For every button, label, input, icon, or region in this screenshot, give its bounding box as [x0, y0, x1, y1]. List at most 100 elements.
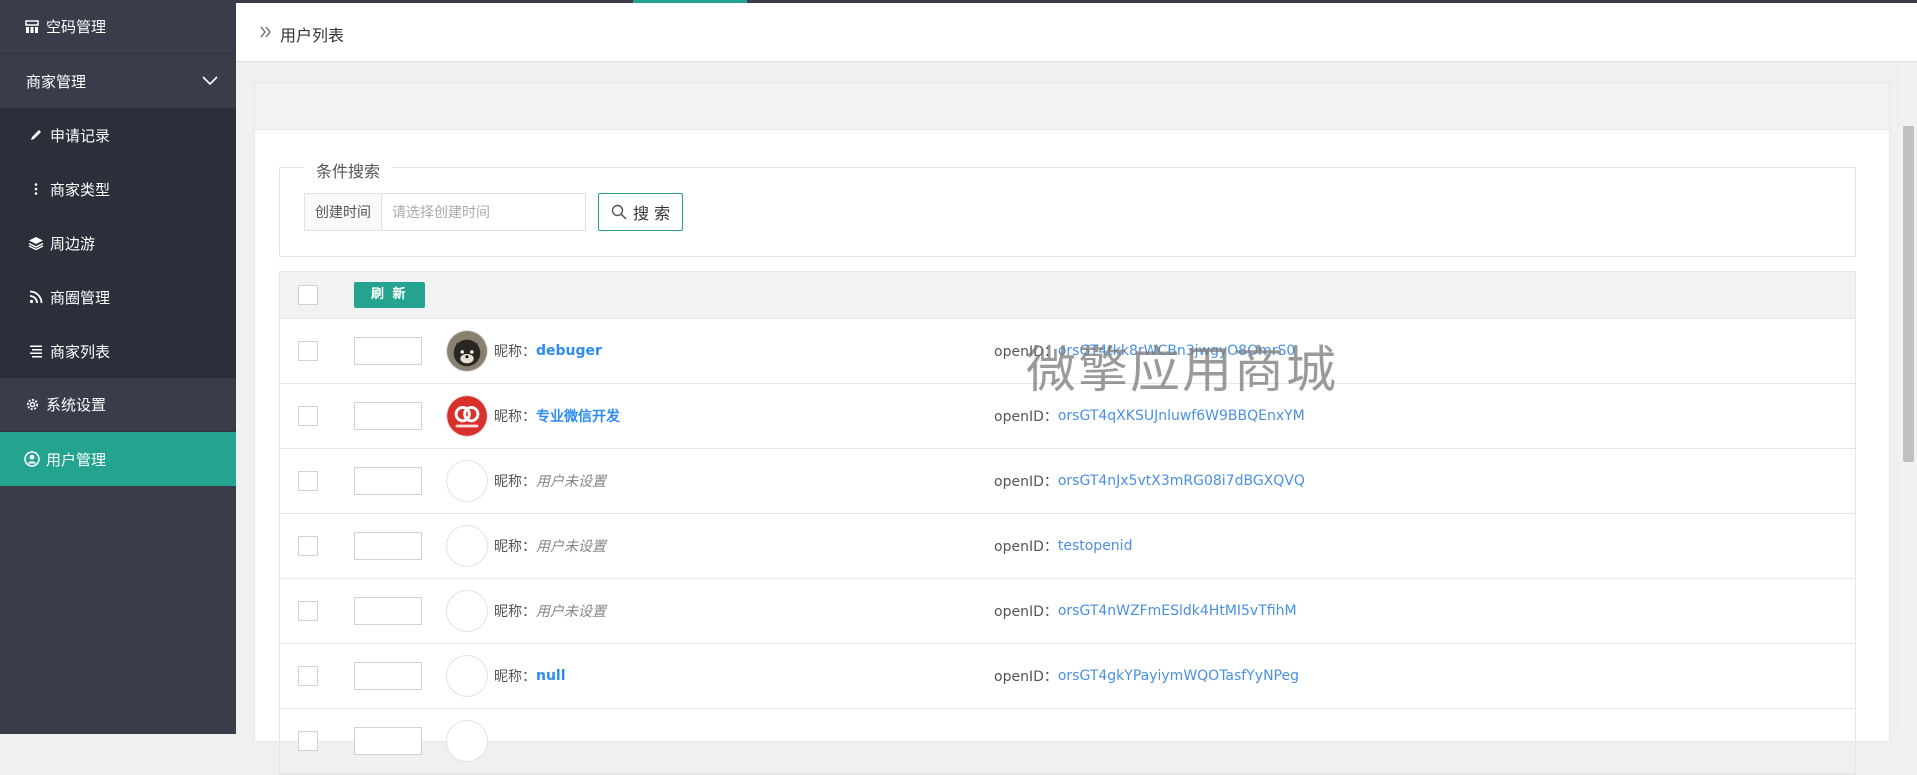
sort-input[interactable] [354, 532, 422, 560]
openid-cell: openID： testopenid [994, 514, 1132, 578]
nickname: debuger [536, 343, 602, 359]
openid-label: openID： [994, 344, 1058, 360]
grid-icon [22, 19, 42, 34]
openid-cell: openID： orsGT4nJx5vtX3mRG08i7dBGXQVQ [994, 449, 1305, 513]
table-row: 昵称： debuger openID： orsGT4tkk8rWCBn3jwgy… [280, 319, 1855, 384]
table-row: 昵称： null openID： orsGT4gkYPayiymWQOTasfY… [280, 644, 1855, 709]
red-logo-avatar-image [447, 396, 487, 436]
sidebar-item-business-district[interactable]: 商圈管理 [0, 270, 236, 324]
sort-input[interactable] [354, 662, 422, 690]
search-legend: 条件搜索 [304, 158, 393, 182]
sidebar-item-label: 商家类型 [50, 180, 111, 199]
sort-input[interactable] [354, 597, 422, 625]
openid-label: openID： [994, 669, 1058, 685]
sidebar-item-label: 申请记录 [50, 126, 111, 145]
row-checkbox[interactable] [298, 536, 318, 556]
pencil-icon [26, 128, 46, 142]
row-checkbox[interactable] [298, 731, 318, 751]
openid-cell: openID： orsGT4nWZFmESldk4HtMI5vTfihM [994, 579, 1297, 643]
nickname: 专业微信开发 [536, 409, 620, 425]
avatar [446, 590, 488, 632]
top-bar: 用户列表 [236, 0, 1917, 62]
row-checkbox[interactable] [298, 666, 318, 686]
nickname-label: 昵称： [494, 474, 536, 490]
created-time-label: 创建时间 [304, 193, 382, 231]
page-title: 用户列表 [280, 26, 345, 45]
row-checkbox[interactable] [298, 471, 318, 491]
search-row: 创建时间 搜 索 [304, 193, 684, 231]
sidebar-item-system-settings[interactable]: 系统设置 [0, 378, 236, 432]
nickname: 用户未设置 [536, 539, 606, 555]
search-button[interactable]: 搜 索 [598, 193, 684, 231]
sidebar-item-label: 商家管理 [26, 72, 87, 91]
openid-cell: openID： orsGT4gkYPayiymWQOTasfYyNPeg [994, 644, 1299, 708]
table-row [280, 709, 1855, 774]
sidebar-item-label: 空码管理 [46, 18, 107, 36]
panel-header [255, 83, 1889, 130]
sidebar-item-label: 商圈管理 [50, 288, 111, 307]
sort-input[interactable] [354, 467, 422, 495]
sidebar-item-label: 商家列表 [50, 342, 111, 361]
table-header: 刷 新 [280, 272, 1855, 319]
openid-value: orsGT4tkk8rWCBn3jwgyO8OmrS0 [1057, 343, 1296, 359]
sidebar-item-code-management[interactable]: 空码管理 [0, 0, 236, 54]
created-time-input[interactable] [382, 193, 586, 231]
sidebar-item-merchant-management[interactable]: 商家管理 [0, 54, 236, 108]
openid-label: openID： [994, 409, 1058, 425]
dog-avatar-image [447, 331, 487, 371]
avatar [446, 720, 488, 762]
chevron-down-icon [202, 72, 218, 90]
nickname: 用户未设置 [536, 604, 606, 620]
openid-cell: openID： orsGT4tkk8rWCBn3jwgyO8OmrS0 [994, 319, 1295, 383]
sort-input[interactable] [354, 727, 422, 755]
nickname-label: 昵称： [494, 604, 536, 620]
top-line [236, 0, 1917, 3]
sidebar-item-nearby-tour[interactable]: 周边游 [0, 216, 236, 270]
row-checkbox[interactable] [298, 341, 318, 361]
table-row: 昵称： 用户未设置 openID： orsGT4nJx5vtX3mRG08i7d… [280, 449, 1855, 514]
user-circle-icon [22, 451, 42, 467]
openid-value: orsGT4nJx5vtX3mRG08i7dBGXQVQ [1057, 473, 1305, 489]
openid-cell: openID： orsGT4qXKSUJnluwf6W9BBQEnxYM [994, 384, 1305, 448]
sidebar-item-merchant-list[interactable]: 商家列表 [0, 324, 236, 378]
avatar [446, 395, 488, 437]
sidebar: 空码管理 商家管理 申请记录 商家类型 周边游 商圈管理 商家列表 系统设置 用… [0, 0, 236, 734]
avatar [446, 525, 488, 567]
row-checkbox[interactable] [298, 601, 318, 621]
sort-input[interactable] [354, 337, 422, 365]
content-panel: 条件搜索 创建时间 搜 索 刷 新 [254, 82, 1890, 775]
select-all-checkbox[interactable] [298, 285, 318, 305]
breadcrumb: 用户列表 [260, 22, 344, 46]
gear-icon [22, 397, 42, 412]
sidebar-item-user-management[interactable]: 用户管理 [0, 432, 236, 486]
openid-value: orsGT4qXKSUJnluwf6W9BBQEnxYM [1057, 408, 1305, 424]
sidebar-item-apply-records[interactable]: 申请记录 [0, 108, 236, 162]
user-table: 刷 新 昵称： debuger openID： orsGT4tkk8rWCBn3… [279, 271, 1856, 775]
openid-value: testopenid [1057, 538, 1133, 554]
openid-label: openID： [994, 604, 1058, 620]
table-row: 昵称： 用户未设置 openID： orsGT4nWZFmESldk4HtMI5… [280, 579, 1855, 644]
sidebar-item-label: 系统设置 [46, 396, 107, 414]
nickname: 用户未设置 [536, 474, 606, 490]
openid-label: openID： [994, 474, 1058, 490]
openid-label: openID： [994, 539, 1058, 555]
avatar [446, 460, 488, 502]
refresh-button[interactable]: 刷 新 [354, 282, 425, 308]
scrollbar-thumb[interactable] [1903, 126, 1914, 462]
search-icon [611, 204, 627, 220]
nickname-label: 昵称： [494, 539, 536, 555]
sidebar-item-label: 用户管理 [46, 450, 107, 469]
nickname-label: 昵称： [494, 344, 536, 360]
sidebar-item-label: 周边游 [50, 234, 96, 253]
nickname-label: 昵称： [494, 409, 536, 425]
avatar [446, 655, 488, 697]
vertical-scrollbar[interactable] [1900, 62, 1917, 734]
top-accent-line [633, 0, 747, 3]
list-icon [26, 344, 46, 358]
sidebar-item-merchant-type[interactable]: 商家类型 [0, 162, 236, 216]
sort-input[interactable] [354, 402, 422, 430]
sidebar-submenu: 申请记录 商家类型 周边游 商圈管理 商家列表 [0, 108, 236, 378]
openid-value: orsGT4gkYPayiymWQOTasfYyNPeg [1057, 668, 1299, 684]
row-checkbox[interactable] [298, 406, 318, 426]
table-row: 昵称： 用户未设置 openID： testopenid [280, 514, 1855, 579]
